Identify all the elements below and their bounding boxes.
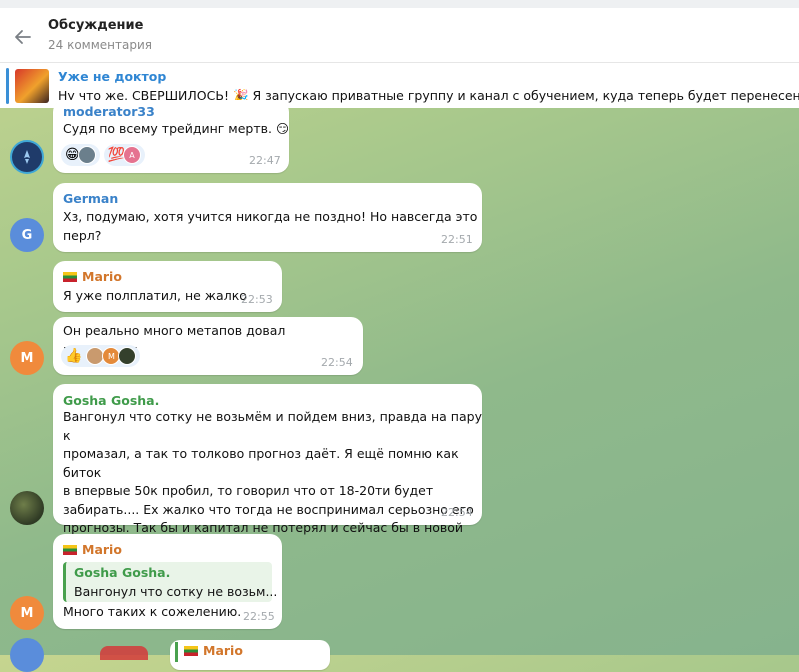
message-time: 22:54 bbox=[321, 356, 353, 369]
message-time: 22:53 bbox=[241, 293, 273, 306]
message-line: Хз, подумаю, хотя учится никогда не позд… bbox=[63, 209, 478, 224]
avatar[interactable] bbox=[10, 491, 44, 525]
sender-name: moderator33 bbox=[63, 104, 155, 119]
reaction-emoji: 👍 bbox=[65, 348, 83, 364]
avatar-letter: M bbox=[20, 605, 34, 621]
pinned-accent-bar bbox=[6, 68, 9, 104]
message-line: Вангонул что сотку не возьмём и пойдем в… bbox=[63, 409, 482, 443]
arrow-left-icon bbox=[15, 30, 31, 44]
message-bubble[interactable]: Mario Я уже полплатил, не жалко 22:53 bbox=[53, 261, 282, 312]
message-line: перл? bbox=[63, 227, 102, 243]
reactor-avatar bbox=[77, 146, 96, 164]
quote-accent-bar bbox=[175, 642, 178, 662]
sender-name: German bbox=[63, 191, 119, 206]
message-text: Судя по всему трейдинг мертв. 😏 bbox=[63, 121, 289, 136]
reaction-pill[interactable]: 😁 bbox=[61, 144, 100, 166]
avatar[interactable]: M bbox=[10, 341, 44, 375]
sender-name: Mario bbox=[184, 643, 243, 658]
avatar[interactable]: M bbox=[10, 596, 44, 630]
rocket-icon bbox=[24, 150, 30, 164]
top-bar: Обсуждение 24 комментария bbox=[0, 0, 799, 62]
reactions: 👍 M bbox=[61, 345, 141, 367]
avatar[interactable] bbox=[10, 140, 44, 174]
pinned-channel-name: Уже не доктор bbox=[58, 69, 167, 84]
message-text: Хз, подумаю, хотя учится никогда не позд… bbox=[63, 208, 477, 245]
quote-sender: Gosha Gosha. bbox=[74, 565, 171, 580]
message-bubble[interactable]: German Хз, подумаю, хотя учится никогда … bbox=[53, 183, 482, 252]
page-title: Обсуждение bbox=[48, 18, 144, 33]
reactor-avatar bbox=[118, 347, 137, 365]
reaction-pill[interactable]: 👍 M bbox=[61, 345, 141, 367]
message-time: 22:47 bbox=[249, 154, 281, 167]
message-time: 22:54 bbox=[441, 506, 473, 519]
message-bubble[interactable]: moderator33 Судя по всему трейдинг мертв… bbox=[53, 100, 289, 173]
reactor-avatar: A bbox=[123, 146, 142, 164]
sender-name-text: Mario bbox=[203, 643, 243, 658]
avatar[interactable] bbox=[10, 638, 44, 672]
lithuania-flag-icon bbox=[63, 272, 77, 282]
avatar[interactable]: G bbox=[10, 218, 44, 252]
message-line: промазал, а так то толково прогноз даёт.… bbox=[63, 446, 459, 480]
back-button[interactable] bbox=[10, 24, 36, 50]
message-bubble[interactable]: Mario Gosha Gosha. Вангонул что сотку не… bbox=[53, 534, 282, 629]
message-text: Я уже полплатил, не жалко bbox=[63, 288, 247, 303]
sender-name-text: Mario bbox=[82, 542, 122, 557]
avatar-letter: M bbox=[20, 350, 34, 366]
sticker-partial bbox=[100, 646, 148, 660]
message-time: 22:55 bbox=[243, 610, 275, 623]
message-line: в впервые 50к пробил, то говорил что от … bbox=[63, 483, 434, 498]
partial-message-bubble[interactable]: Mario bbox=[170, 640, 330, 670]
sender-name: Mario bbox=[63, 269, 122, 284]
avatar-letter: G bbox=[21, 227, 33, 243]
message-bubble[interactable]: Gosha Gosha. Вангонул что сотку не возьм… bbox=[53, 384, 482, 572]
message-bubble[interactable]: Он реально много метапов довал подьемных… bbox=[53, 317, 363, 375]
pinned-thumbnail bbox=[15, 69, 49, 103]
reaction-pill[interactable]: 💯 A bbox=[103, 144, 146, 166]
quote-text: Вангонул что сотку не возьм... bbox=[74, 584, 278, 599]
reply-quote[interactable]: Gosha Gosha. Вангонул что сотку не возьм… bbox=[63, 562, 277, 602]
comment-count: 24 комментария bbox=[48, 38, 152, 52]
message-text: Много таких к сожелению. bbox=[63, 604, 242, 619]
message-line: забирать.... Ех жалко что тогда не воспр… bbox=[63, 501, 474, 517]
reactions: 😁 💯 A bbox=[61, 144, 146, 166]
sender-name: Mario bbox=[63, 542, 122, 557]
lithuania-flag-icon bbox=[63, 545, 77, 555]
message-time: 22:51 bbox=[441, 233, 473, 246]
sender-name: Gosha Gosha. bbox=[63, 393, 160, 408]
sender-name-text: Mario bbox=[82, 269, 122, 284]
